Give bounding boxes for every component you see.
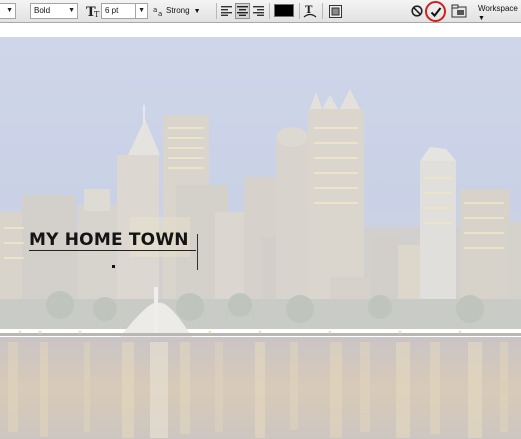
align-center-icon bbox=[237, 6, 248, 16]
chevron-down-icon: ▼ bbox=[478, 15, 485, 22]
font-size-select[interactable]: 6 pt ▼ bbox=[101, 3, 148, 19]
chevron-down-icon: ▼ bbox=[6, 7, 13, 14]
font-style-value: Bold bbox=[34, 6, 51, 15]
folder-icon bbox=[451, 4, 466, 18]
toolbar-divider bbox=[269, 3, 270, 19]
warp-text-icon: T bbox=[303, 5, 317, 18]
text-color-swatch[interactable] bbox=[274, 4, 294, 17]
text-cursor-caret bbox=[197, 234, 198, 270]
chevron-down-icon: ▼ bbox=[135, 4, 145, 18]
cancel-icon bbox=[411, 5, 423, 17]
svg-text:T: T bbox=[94, 10, 100, 18]
text-anchor-point bbox=[112, 265, 115, 268]
toolbar-divider bbox=[322, 3, 323, 19]
font-family-select[interactable]: ▼ bbox=[0, 3, 16, 19]
character-panel-button[interactable] bbox=[327, 3, 343, 19]
font-size-value: 6 pt bbox=[105, 6, 119, 15]
anti-alias-select[interactable]: Strong ▼ bbox=[166, 3, 210, 19]
align-center-button[interactable] bbox=[235, 3, 250, 19]
font-style-select[interactable]: Bold ▼ bbox=[30, 3, 78, 19]
document-canvas[interactable]: MY HOME TOWN bbox=[0, 23, 521, 439]
align-right-button[interactable] bbox=[251, 3, 266, 19]
chevron-down-icon: ▼ bbox=[193, 8, 201, 15]
workspace-menu[interactable]: Workspace ▼ bbox=[478, 4, 521, 22]
palettes-icon bbox=[328, 4, 342, 18]
warp-text-button[interactable]: T bbox=[302, 3, 318, 19]
file-browser-button[interactable] bbox=[450, 3, 467, 19]
checkmark-icon bbox=[430, 6, 441, 17]
svg-text:a: a bbox=[153, 6, 157, 14]
text-baseline-underline bbox=[29, 250, 196, 251]
anti-alias-value: Strong bbox=[166, 6, 190, 15]
chevron-down-icon: ▼ bbox=[68, 7, 75, 14]
headline-text-layer[interactable]: MY HOME TOWN bbox=[29, 230, 189, 250]
anti-alias-icon: a a bbox=[153, 3, 164, 19]
toolbar-divider bbox=[299, 3, 300, 19]
align-left-icon bbox=[221, 6, 232, 16]
workspace-label: Workspace bbox=[478, 4, 518, 13]
options-bar: ▼ Bold ▼ T T 6 pt ▼ a a Strong ▼ T Works… bbox=[0, 0, 521, 23]
commit-edits-button[interactable] bbox=[425, 1, 446, 22]
toolbar-divider bbox=[216, 3, 217, 19]
align-left-button[interactable] bbox=[219, 3, 234, 19]
font-size-icon: T T bbox=[86, 3, 100, 19]
align-right-icon bbox=[253, 6, 264, 16]
cancel-edits-button[interactable] bbox=[410, 3, 424, 19]
svg-text:a: a bbox=[158, 10, 162, 17]
